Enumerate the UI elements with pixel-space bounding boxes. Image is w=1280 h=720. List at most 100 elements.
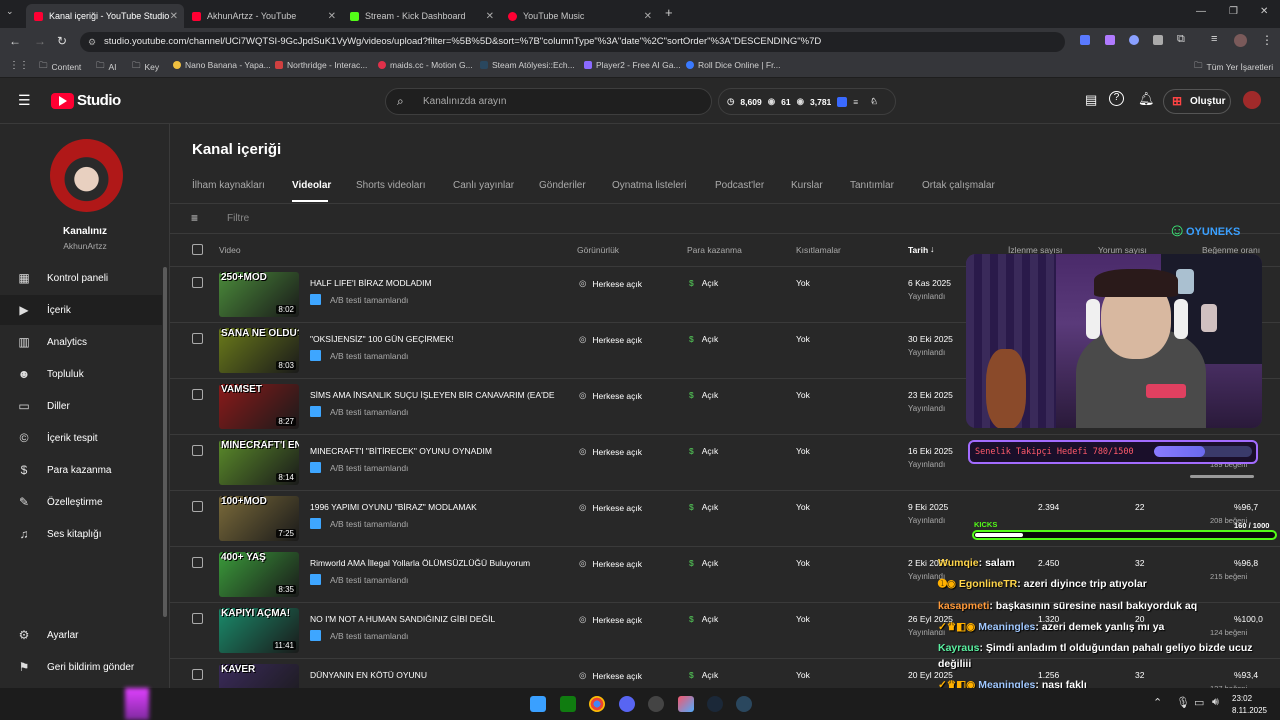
tab-inspiration[interactable]: İlham kaynakları bbox=[192, 180, 265, 191]
back-icon[interactable]: ← bbox=[9, 34, 21, 48]
account-avatar[interactable] bbox=[1243, 91, 1261, 109]
extension-icon[interactable] bbox=[1105, 35, 1115, 45]
all-bookmarks[interactable]: 🗀 Tüm Yer İşaretleri bbox=[1194, 60, 1273, 74]
video-thumbnail[interactable]: VAMSET 8:27 bbox=[219, 384, 299, 429]
tab-courses[interactable]: Kurslar bbox=[791, 180, 823, 191]
video-thumbnail[interactable]: MINECRAFT'I EN KATI 8:14 bbox=[219, 440, 299, 485]
select-all-checkbox[interactable] bbox=[192, 244, 203, 255]
sidebar-item-analytics[interactable]: ▥ Analytics bbox=[0, 327, 162, 357]
menu-icon[interactable]: ⋮ bbox=[1261, 33, 1273, 47]
table-row[interactable]: KAVERDÜNYANIN EN KÖTÜ OYUNUHollow Knight… bbox=[170, 659, 1280, 709]
extension-icon[interactable] bbox=[1153, 35, 1163, 45]
tab-shorts[interactable]: Shorts videoları bbox=[356, 180, 425, 191]
discord-icon[interactable] bbox=[619, 696, 635, 712]
volume-icon[interactable]: 🔊︎ bbox=[1212, 696, 1219, 709]
sidebar-item-languages[interactable]: ▭ Diller bbox=[0, 391, 162, 421]
maximize-icon[interactable]: ❐ bbox=[1229, 6, 1238, 17]
row-checkbox[interactable] bbox=[192, 389, 203, 400]
network-icon[interactable]: ▭ bbox=[1194, 696, 1204, 709]
channel-search-input[interactable]: ⌕ Kanalınızda arayın bbox=[385, 88, 712, 115]
row-checkbox[interactable] bbox=[192, 445, 203, 456]
video-thumbnail[interactable]: 250+MOD 8:02 bbox=[219, 272, 299, 317]
new-tab-icon[interactable]: + bbox=[665, 5, 673, 20]
filter-icon[interactable]: ≡ bbox=[191, 211, 198, 225]
video-title[interactable]: NO I'M NOT A HUMAN SANDIĞINIZ GİBİ DEĞİL bbox=[310, 614, 495, 624]
sidebar-item-monetization[interactable]: $ Para kazanma bbox=[0, 455, 162, 485]
close-icon[interactable]: ✕ bbox=[328, 11, 336, 22]
visibility-cell[interactable]: ◎ Herkese açık bbox=[579, 670, 642, 681]
chevron-up-icon[interactable]: ⌃ bbox=[1153, 696, 1162, 709]
tab-playlists[interactable]: Oynatma listeleri bbox=[612, 180, 686, 191]
tab-promotions[interactable]: Tanıtımlar bbox=[850, 180, 894, 191]
sidebar-item-content[interactable]: ▶ İçerik bbox=[0, 295, 162, 325]
tab-posts[interactable]: Gönderiler bbox=[539, 180, 586, 191]
site-info-icon[interactable]: ⚙ bbox=[88, 32, 96, 52]
visibility-cell[interactable]: ◎ Herkese açık bbox=[579, 558, 642, 569]
sidebar-item-copyright[interactable]: © İçerik tespit bbox=[0, 423, 162, 453]
tab-channel[interactable]: AkhunArtzz - YouTube ✕ bbox=[184, 4, 342, 28]
app-icon[interactable] bbox=[678, 696, 694, 712]
sidebar-item-community[interactable]: ☻ Topluluk bbox=[0, 359, 162, 389]
visibility-cell[interactable]: ◎ Herkese açık bbox=[579, 614, 642, 625]
steam-icon[interactable] bbox=[707, 696, 723, 712]
extension-icon[interactable] bbox=[1080, 35, 1090, 45]
row-checkbox[interactable] bbox=[192, 501, 203, 512]
video-title[interactable]: SİMS AMA İNSANLIK SUÇU İŞLEYEN BİR CANAV… bbox=[310, 390, 555, 400]
address-bar[interactable]: ⚙ studio.youtube.com/channel/UCi7WQTSI-9… bbox=[80, 32, 1065, 52]
row-checkbox[interactable] bbox=[192, 613, 203, 624]
monetization-cell[interactable]: $ Açık bbox=[689, 558, 718, 568]
tab-kick[interactable]: Stream - Kick Dashboard ✕ bbox=[342, 4, 500, 28]
puzzle-icon[interactable]: ⧉ bbox=[1177, 33, 1185, 46]
sidebar-item-settings[interactable]: ⚙ Ayarlar bbox=[0, 620, 162, 650]
monetization-cell[interactable]: $ Açık bbox=[689, 334, 718, 344]
bookmark-item[interactable]: Northridge - Interac... bbox=[275, 60, 367, 70]
help-icon[interactable]: ? bbox=[1109, 91, 1124, 106]
table-row[interactable]: 400+ YAŞ 8:35 Rimworld AMA İllegal Yollarl… bbox=[170, 547, 1280, 603]
bookmark-folder[interactable]: 🗀 AI bbox=[96, 60, 117, 74]
sidebar-item-audio-library[interactable]: ♫ Ses kitaplığı bbox=[0, 519, 162, 549]
visibility-cell[interactable]: ◎ Herkese açık bbox=[579, 334, 642, 345]
row-checkbox[interactable] bbox=[192, 669, 203, 680]
media-icon[interactable]: ≡ bbox=[1211, 33, 1217, 45]
bookmark-folder[interactable]: 🗀 Content bbox=[39, 60, 81, 74]
tab-studio[interactable]: Kanal içeriği - YouTube Studio ✕ bbox=[26, 4, 184, 28]
forward-icon[interactable]: → bbox=[34, 34, 46, 48]
tab-podcasts[interactable]: Podcast'ler bbox=[715, 180, 764, 191]
hamburger-menu-icon[interactable]: ☰ bbox=[18, 92, 31, 109]
video-thumbnail[interactable]: 100+MOD 7:25 bbox=[219, 496, 299, 541]
chrome-icon[interactable] bbox=[589, 696, 605, 712]
monetization-cell[interactable]: $ Açık bbox=[689, 446, 718, 456]
sidebar-item-feedback[interactable]: ⚑ Geri bildirim gönder bbox=[0, 652, 162, 682]
bookmark-item[interactable]: Nano Banana - Yapa... bbox=[173, 60, 271, 70]
visibility-cell[interactable]: ◎ Herkese açık bbox=[579, 446, 642, 457]
monetization-cell[interactable]: $ Açık bbox=[689, 502, 718, 512]
apps-icon[interactable]: ⋮⋮ bbox=[9, 60, 29, 71]
video-title[interactable]: "OKSİJENSİZ" 100 GÜN GEÇİRMEK! bbox=[310, 334, 453, 344]
sort-down-icon[interactable]: ↓ bbox=[930, 244, 935, 254]
xbox-icon[interactable] bbox=[560, 696, 576, 712]
video-title[interactable]: HALF LIFE'I BİRAZ MODLADIM bbox=[310, 278, 432, 288]
row-checkbox[interactable] bbox=[192, 333, 203, 344]
tab-live[interactable]: Canlı yayınlar bbox=[453, 180, 514, 191]
video-title[interactable]: DÜNYANIN EN KÖTÜ OYUNU bbox=[310, 670, 427, 680]
row-checkbox[interactable] bbox=[192, 277, 203, 288]
minimize-icon[interactable]: — bbox=[1196, 6, 1206, 17]
bookmark-folder[interactable]: 🗀 Key bbox=[132, 60, 159, 74]
sidebar-item-dashboard[interactable]: ▦ Kontrol paneli bbox=[0, 263, 162, 293]
video-thumbnail[interactable]: 400+ YAŞ 8:35 bbox=[219, 552, 299, 597]
close-icon[interactable]: ✕ bbox=[644, 11, 652, 22]
messages-icon[interactable]: ▤ bbox=[1085, 92, 1097, 108]
extension-icon[interactable] bbox=[1129, 35, 1139, 45]
monetization-cell[interactable]: $ Açık bbox=[689, 278, 718, 288]
video-title[interactable]: MINECRAFT'I "BİTİRECEK" OYUNU OYNADIM bbox=[310, 446, 492, 456]
realtime-stats[interactable]: ◷ 8,609 ◉ 61 ◉ 3,781 ≡ ♘ bbox=[718, 88, 896, 115]
bookmark-item[interactable]: Steam Atölyesi::Ech... bbox=[480, 60, 575, 70]
visibility-cell[interactable]: ◎ Herkese açık bbox=[579, 390, 642, 401]
reload-icon[interactable]: ↻ bbox=[57, 34, 67, 48]
bookmark-item[interactable]: Player2 - Free AI Ga... bbox=[584, 60, 681, 70]
close-icon[interactable]: ✕ bbox=[486, 11, 494, 22]
notifications-icon[interactable]: 🔔︎ bbox=[1138, 91, 1155, 107]
visibility-cell[interactable]: ◎ Herkese açık bbox=[579, 502, 642, 513]
video-thumbnail[interactable]: KAPIYI AÇMA! 11:41 bbox=[219, 608, 299, 653]
microphone-icon[interactable]: 🎙︎ bbox=[1176, 696, 1190, 709]
